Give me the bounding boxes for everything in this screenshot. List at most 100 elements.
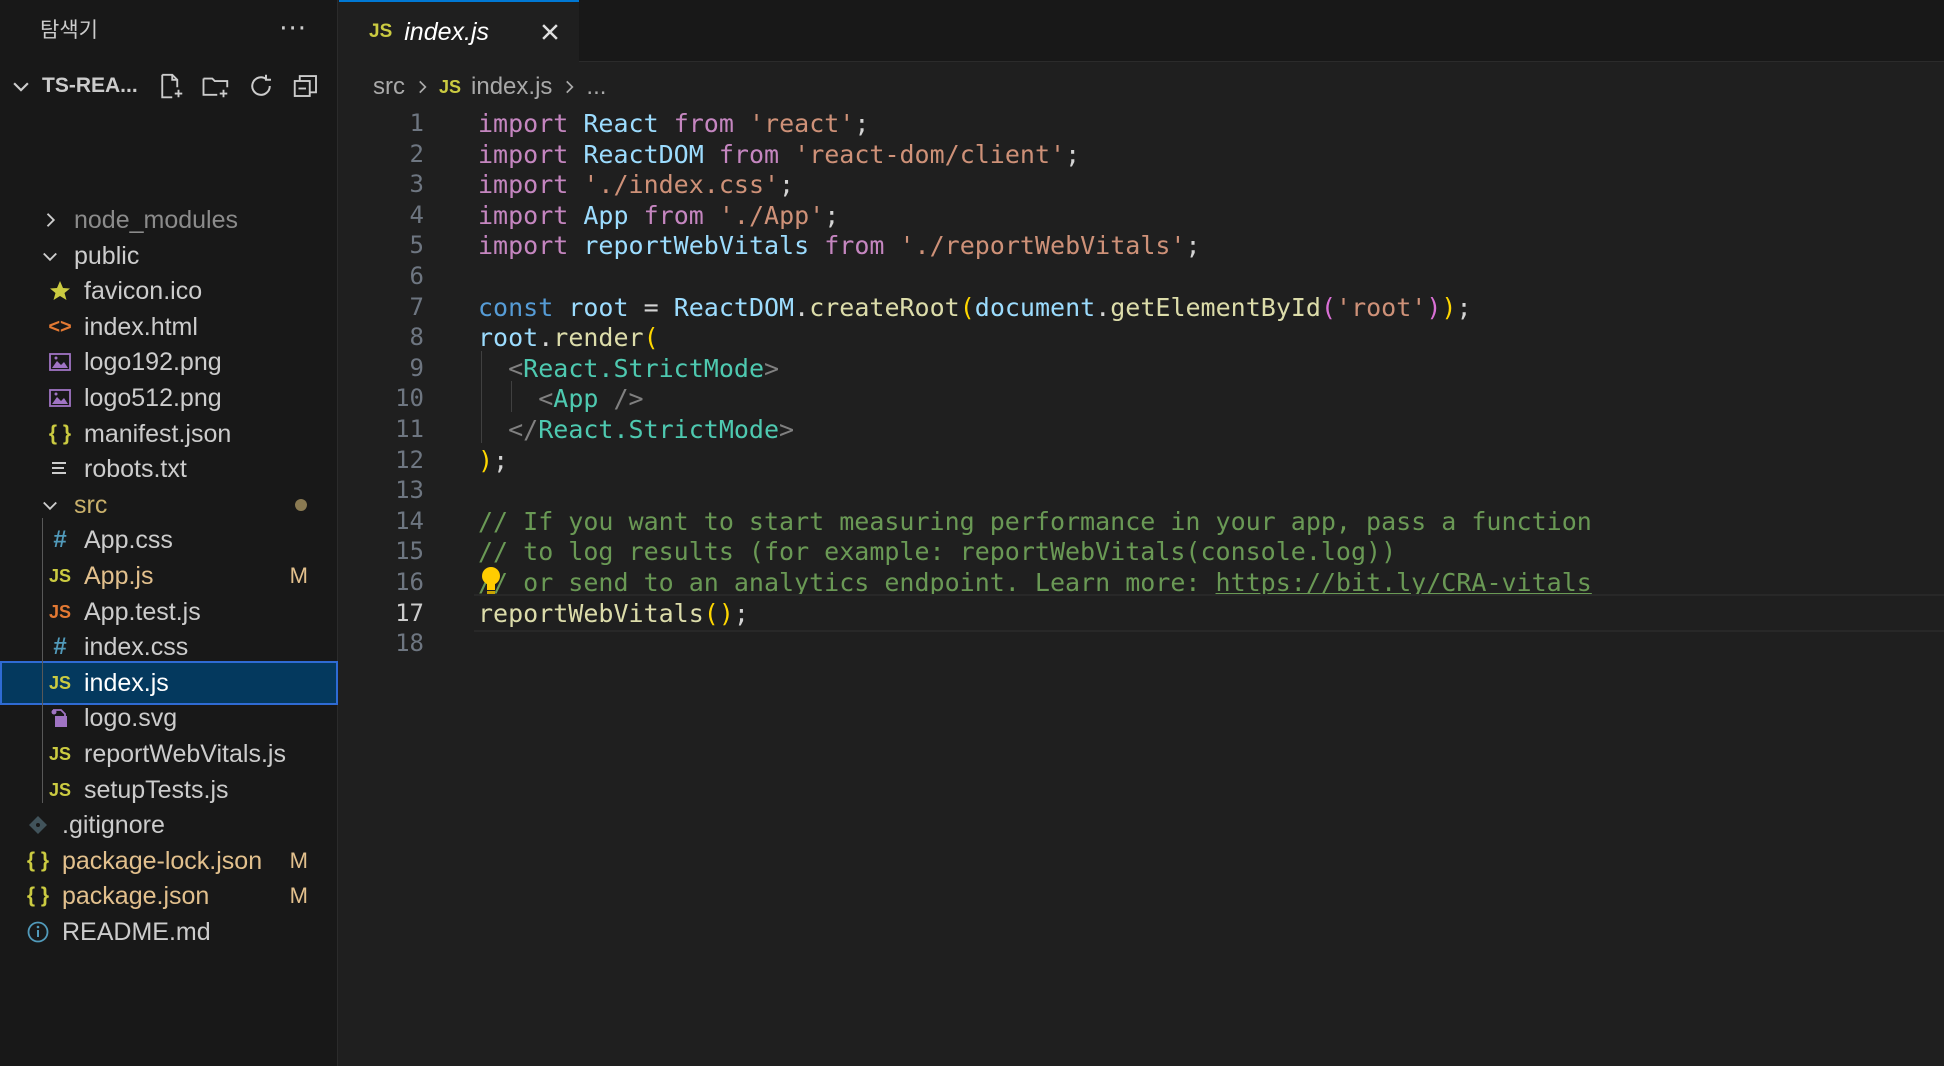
css-hash-icon: # — [53, 526, 67, 553]
explorer-header: 탐색기 ··· — [0, 0, 337, 58]
indent-guide — [42, 518, 43, 803]
image-icon — [46, 388, 74, 408]
more-actions-icon[interactable]: ··· — [279, 16, 307, 42]
line-number: 6 — [409, 262, 424, 290]
tree-item-label: App.js — [84, 561, 154, 590]
tree-item-label: index.html — [84, 312, 198, 341]
new-folder-icon[interactable] — [201, 71, 231, 101]
line-number: 11 — [395, 415, 424, 443]
tree-item-label: logo512.png — [84, 383, 222, 412]
tree-item-label: logo.svg — [84, 703, 178, 732]
line-content: // to log results (for example: reportWe… — [478, 536, 1397, 566]
line-content: root.render( — [478, 322, 659, 352]
explorer-sidebar: 탐색기 ··· TS-REA... node_modulespublic favi… — [0, 0, 338, 1066]
project-header[interactable]: TS-REA... — [0, 58, 337, 114]
explorer-title: 탐색기 — [40, 18, 98, 42]
css-hash-icon: # — [53, 633, 67, 660]
js-icon: JS — [48, 565, 72, 586]
js-icon: JS — [48, 672, 72, 693]
image-icon — [46, 352, 74, 372]
line-number: 15 — [395, 537, 424, 565]
tree-item-label: robots.txt — [84, 454, 187, 483]
breadcrumb-symbols[interactable]: ... — [586, 73, 606, 101]
tree-item-label: App.css — [84, 525, 173, 554]
info-icon — [24, 920, 52, 944]
tree-item-label: logo192.png — [84, 347, 222, 376]
tree-item-label: src — [74, 490, 108, 519]
svg-icon — [46, 707, 74, 729]
tree-item-label: index.js — [84, 668, 169, 697]
tree-item-label: README.md — [62, 917, 211, 946]
line-content: import './index.css'; — [478, 169, 795, 199]
js-icon: JS — [48, 743, 72, 764]
tab-label: index.js — [404, 17, 490, 46]
chevron-right-icon — [419, 80, 427, 94]
breadcrumb-folder[interactable]: src — [373, 73, 405, 101]
git-status-badge: M — [289, 848, 308, 873]
line-number: 9 — [409, 354, 424, 382]
line-number: 5 — [409, 231, 424, 259]
tab-bar: JS index.js — [339, 0, 1944, 62]
chevron-right-icon[interactable] — [36, 210, 64, 230]
chevron-down-icon[interactable] — [10, 75, 32, 97]
new-file-icon[interactable] — [156, 71, 186, 101]
tree-item-label: package.json — [62, 881, 210, 910]
chevron-down-icon[interactable] — [36, 246, 64, 266]
tab-index-js[interactable]: JS index.js — [339, 0, 579, 62]
line-number: 12 — [395, 446, 424, 474]
js-icon: JS — [369, 21, 393, 42]
html-icon: <> — [48, 315, 72, 338]
editor-area: JS index.js src JS index.js ... 1 import … — [339, 0, 1944, 1066]
line-number: 10 — [395, 384, 424, 412]
js-icon: JS — [48, 779, 72, 800]
line-content: <App /> — [538, 383, 644, 413]
text-lines-icon — [46, 460, 74, 478]
line-number: 17 — [395, 599, 424, 627]
line-number: 3 — [409, 170, 424, 198]
tree-item-label: setupTests.js — [84, 775, 229, 804]
line-number: 8 — [409, 323, 424, 351]
line-number: 18 — [395, 629, 424, 657]
js-test-icon: JS — [48, 601, 72, 622]
line-content: import reportWebVitals from './reportWeb… — [478, 230, 1201, 260]
line-number: 1 — [409, 109, 424, 137]
modified-dot-icon — [294, 492, 308, 518]
line-content: import React from 'react'; — [478, 108, 870, 138]
indent-guide — [481, 351, 482, 443]
git-status-badge: M — [289, 883, 308, 908]
breadcrumb-file[interactable]: index.js — [471, 73, 552, 101]
collapse-all-icon[interactable] — [291, 71, 321, 101]
tree-item-label: manifest.json — [84, 419, 232, 448]
line-content: // or send to an analytics endpoint. Lea… — [478, 567, 1592, 597]
refresh-icon[interactable] — [246, 71, 276, 101]
line-number: 16 — [395, 568, 424, 596]
indent-guide — [511, 381, 512, 412]
tree-item-label: favicon.ico — [84, 276, 203, 305]
tree-item-label: App.test.js — [84, 597, 201, 626]
json-icon: { } — [26, 884, 50, 907]
line-number: 4 — [409, 201, 424, 229]
tree-item-label: reportWebVitals.js — [84, 739, 286, 768]
chevron-down-icon[interactable] — [36, 495, 64, 515]
json-icon: { } — [26, 849, 50, 872]
close-icon[interactable] — [539, 21, 561, 43]
lightbulb-icon[interactable] — [478, 565, 504, 597]
project-actions — [156, 71, 321, 101]
line-content: </React.StrictMode> — [508, 414, 795, 444]
json-icon: { } — [48, 422, 72, 445]
line-number: 13 — [395, 476, 424, 504]
js-icon: JS — [439, 76, 462, 97]
project-name: TS-REA... — [42, 74, 138, 97]
line-number: 7 — [409, 293, 424, 321]
star-icon — [46, 279, 74, 303]
tree-item-label: public — [74, 241, 140, 270]
chevron-right-icon — [566, 80, 574, 94]
tree-file-readme-md[interactable]: README.md — [0, 910, 338, 954]
tree-item-label: index.css — [84, 632, 189, 661]
tree-item-label: node_modules — [74, 205, 239, 234]
line-number: 2 — [409, 140, 424, 168]
tree-item-label: .gitignore — [62, 810, 165, 839]
code-line[interactable]: 18 — [339, 624, 1944, 662]
line-number: 14 — [395, 507, 424, 535]
tree-item-label: package-lock.json — [62, 846, 263, 875]
